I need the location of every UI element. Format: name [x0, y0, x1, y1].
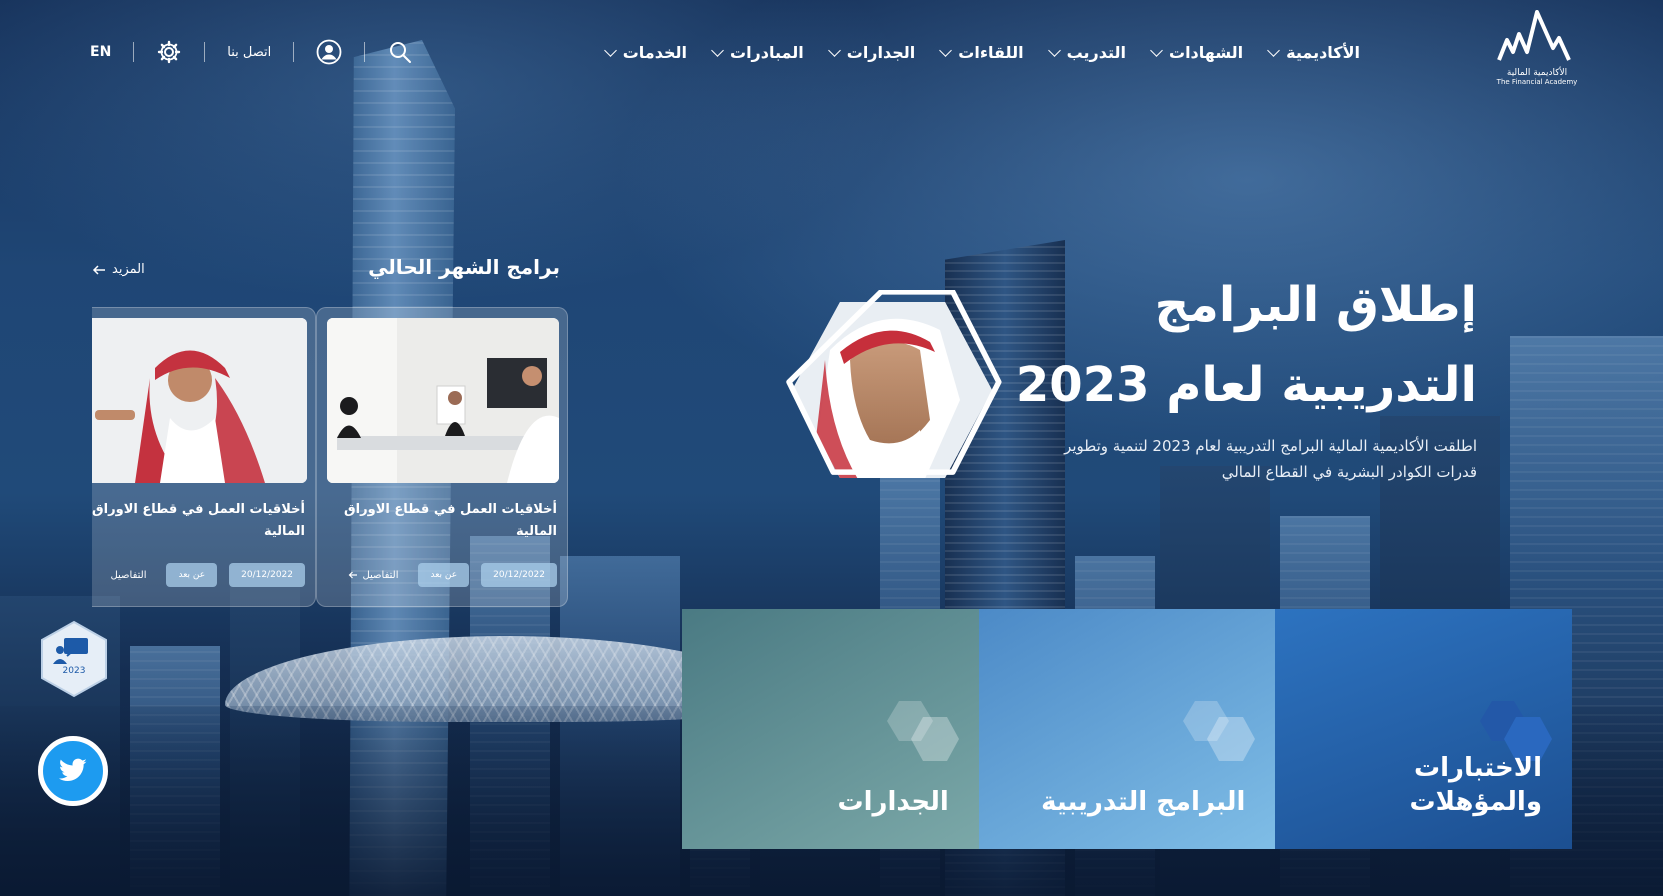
divider: [204, 42, 206, 62]
program-date: 20/12/2022: [229, 563, 305, 587]
program-title: أخلاقيات العمل في قطاع الاوراق المالية: [92, 502, 305, 539]
nav-label: المبادرات: [729, 42, 804, 62]
more-link[interactable]: المزيد: [92, 262, 145, 277]
nav-label: الخدمات: [622, 42, 687, 62]
program-meta: 20/12/2022 عن بعد التفاصيل: [327, 563, 557, 587]
nav-label: الأكاديمية: [1286, 42, 1360, 62]
tile-label-line: البرامج التدريبية: [1041, 787, 1246, 817]
hero-title-line: التدريبية لعام 2023: [1015, 357, 1477, 413]
arrow-left-icon: [92, 264, 105, 275]
academy-logo-mark-icon: [1497, 10, 1571, 61]
hexagon-decor-icon: [886, 701, 959, 761]
settings-icon[interactable]: [156, 39, 182, 65]
program-card[interactable]: أخلاقيات العمل في قطاع الاوراق المالية 2…: [92, 307, 316, 607]
program-title: أخلاقيات العمل في قطاع الاوراق المالية: [344, 502, 557, 539]
more-link-label: المزيد: [112, 262, 145, 277]
tile-label: الجدارات: [837, 785, 948, 819]
hero-title: إطلاق البرامج التدريبية لعام 2023: [957, 265, 1477, 425]
nav-label: الشهادات: [1168, 42, 1244, 62]
tile-label: البرامج التدريبية: [1041, 785, 1245, 819]
chevron-down-icon: [827, 43, 841, 57]
hero-description: اطلقت الأكاديمية المالية البرامج التدريب…: [1064, 437, 1477, 481]
chevron-down-icon: [939, 43, 953, 57]
program-image: [327, 318, 559, 483]
logo-name-ar: الأكاديمية المالية: [1506, 68, 1568, 78]
program-details-link[interactable]: التفاصيل: [110, 570, 146, 581]
nav-item-training[interactable]: التدريب: [1047, 40, 1126, 64]
tile-label-line: والمؤهلات: [1409, 787, 1542, 817]
main-nav: الأكاديمية الشهادات التدريب اللقاءات الج…: [603, 40, 1360, 64]
tile-training-programs[interactable]: البرامج التدريبية: [978, 609, 1276, 849]
nav-item-competencies[interactable]: الجدارات: [827, 40, 916, 64]
tile-label-line: الجدارات: [837, 787, 949, 817]
details-label: التفاصيل: [110, 569, 147, 581]
language-switch[interactable]: EN: [90, 44, 111, 60]
nav-item-certificates[interactable]: الشهادات: [1150, 40, 1244, 64]
twitter-icon: [59, 758, 87, 781]
hexagon-decor-icon: [1183, 701, 1256, 761]
programs-2023-badge[interactable]: 2023: [38, 620, 110, 698]
details-label: التفاصيل: [362, 569, 399, 581]
chevron-down-icon: [1150, 43, 1163, 57]
tile-label: الاختبارات والمؤهلات: [1410, 751, 1542, 819]
quick-links-tiles: الاختبارات والمؤهلات البرامج التدريبية ا…: [682, 609, 1572, 849]
contact-us-link[interactable]: اتصل بنا: [227, 45, 271, 60]
academy-logo[interactable]: الأكاديمية المالية The Financial Academy: [1496, 8, 1578, 94]
user-icon[interactable]: [316, 39, 342, 65]
program-mode: عن بعد: [418, 563, 470, 587]
program-date: 20/12/2022: [481, 563, 557, 587]
program-mode: عن بعد: [166, 563, 218, 587]
program-image: [92, 318, 307, 483]
nav-item-academy[interactable]: الأكاديمية: [1267, 40, 1360, 64]
divider: [293, 42, 295, 62]
divider: [364, 42, 366, 62]
hero-title-line: إطلاق البرامج: [1154, 277, 1477, 333]
chevron-down-icon: [711, 43, 724, 57]
nav-item-meetings[interactable]: اللقاءات: [939, 40, 1024, 64]
nav-item-services[interactable]: الخدمات: [603, 40, 687, 64]
logo-name-en: The Financial Academy: [1496, 78, 1578, 86]
header-utilities: اتصل بنا EN: [90, 36, 413, 68]
tile-exams-qualifications[interactable]: الاختبارات والمؤهلات: [1275, 609, 1572, 849]
tile-label-line: الاختبارات: [1413, 753, 1542, 783]
tile-competencies[interactable]: الجدارات: [682, 609, 979, 849]
search-icon[interactable]: [387, 39, 413, 65]
nav-label: الجدارات: [846, 42, 916, 62]
nav-label: التدريب: [1066, 42, 1126, 62]
chevron-down-icon: [603, 43, 617, 57]
divider: [133, 42, 135, 62]
arrow-left-icon: [349, 571, 358, 579]
program-card[interactable]: أخلاقيات العمل في قطاع الاوراق المالية 2…: [316, 307, 568, 607]
nav-item-initiatives[interactable]: المبادرات: [711, 40, 804, 64]
program-meta: 20/12/2022 عن بعد التفاصيل: [92, 563, 305, 587]
site-header: الأكاديمية المالية The Financial Academy…: [0, 0, 1663, 100]
nav-label: اللقاءات: [958, 42, 1024, 62]
programs-carousel[interactable]: أخلاقيات العمل في قطاع الاوراق المالية 2…: [92, 307, 569, 607]
chevron-down-icon: [1047, 43, 1061, 57]
hero-portrait-hexagon: [770, 290, 1020, 500]
chevron-down-icon: [1267, 43, 1280, 57]
programs-section-title: برامج الشهر الحالي: [368, 255, 560, 279]
twitter-button[interactable]: [38, 736, 108, 806]
program-details-link[interactable]: التفاصيل: [348, 570, 398, 581]
badge-year: 2023: [62, 666, 86, 676]
